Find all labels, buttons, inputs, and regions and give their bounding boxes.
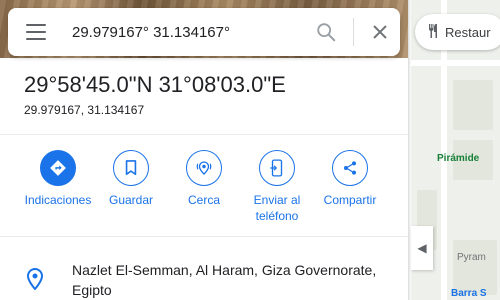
share-label: Compartir	[323, 193, 377, 207]
map-chip-label: Restaur	[445, 24, 491, 40]
search-divider	[353, 18, 354, 46]
fork-knife-icon	[427, 23, 439, 41]
save-button[interactable]: Guardar	[93, 150, 169, 208]
search-icon[interactable]	[315, 21, 337, 43]
map-label: Pyram	[457, 252, 486, 263]
location-pin-icon	[26, 267, 44, 291]
map-label: Pirámide	[437, 153, 480, 164]
share-button[interactable]: Compartir	[312, 150, 388, 208]
divider	[0, 134, 408, 135]
map-label: Barra S	[451, 288, 487, 299]
search-box	[8, 8, 400, 56]
map-road	[411, 60, 500, 66]
map-block	[453, 240, 497, 295]
directions-label: Indicaciones	[24, 193, 92, 207]
divider	[0, 236, 408, 237]
send-to-phone-icon	[259, 150, 295, 186]
menu-icon[interactable]	[26, 24, 46, 40]
address-row[interactable]: Nazlet El-Semman, Al Haram, Giza Governo…	[0, 248, 408, 300]
nearby-icon	[186, 150, 222, 186]
save-label: Guardar	[108, 193, 154, 207]
directions-icon	[40, 150, 76, 186]
address-text: Nazlet El-Semman, Al Haram, Giza Governo…	[72, 262, 377, 298]
collapse-panel-button[interactable]: ◀	[411, 226, 433, 270]
nearby-button[interactable]: Cerca	[166, 150, 242, 208]
search-input[interactable]	[72, 20, 302, 44]
page-title: 29°58'45.0"N 31°08'03.0"E	[24, 72, 286, 97]
chevron-left-icon: ◀	[417, 241, 427, 255]
nearby-label: Cerca	[187, 193, 220, 207]
share-icon	[332, 150, 368, 186]
close-icon[interactable]	[370, 22, 390, 42]
directions-button[interactable]: Indicaciones	[20, 150, 96, 208]
map-restaurants-chip[interactable]: Restaur	[415, 14, 500, 50]
map-block	[453, 80, 493, 130]
decimal-coordinates: 29.979167, 31.134167	[24, 103, 145, 117]
bookmark-icon	[113, 150, 149, 186]
send-to-phone-button[interactable]: Enviar al teléfono	[239, 150, 315, 224]
action-bar: Indicaciones Guardar Cerca Enviar al tel…	[0, 150, 408, 230]
send-to-phone-label: Enviar al teléfono	[253, 193, 301, 223]
